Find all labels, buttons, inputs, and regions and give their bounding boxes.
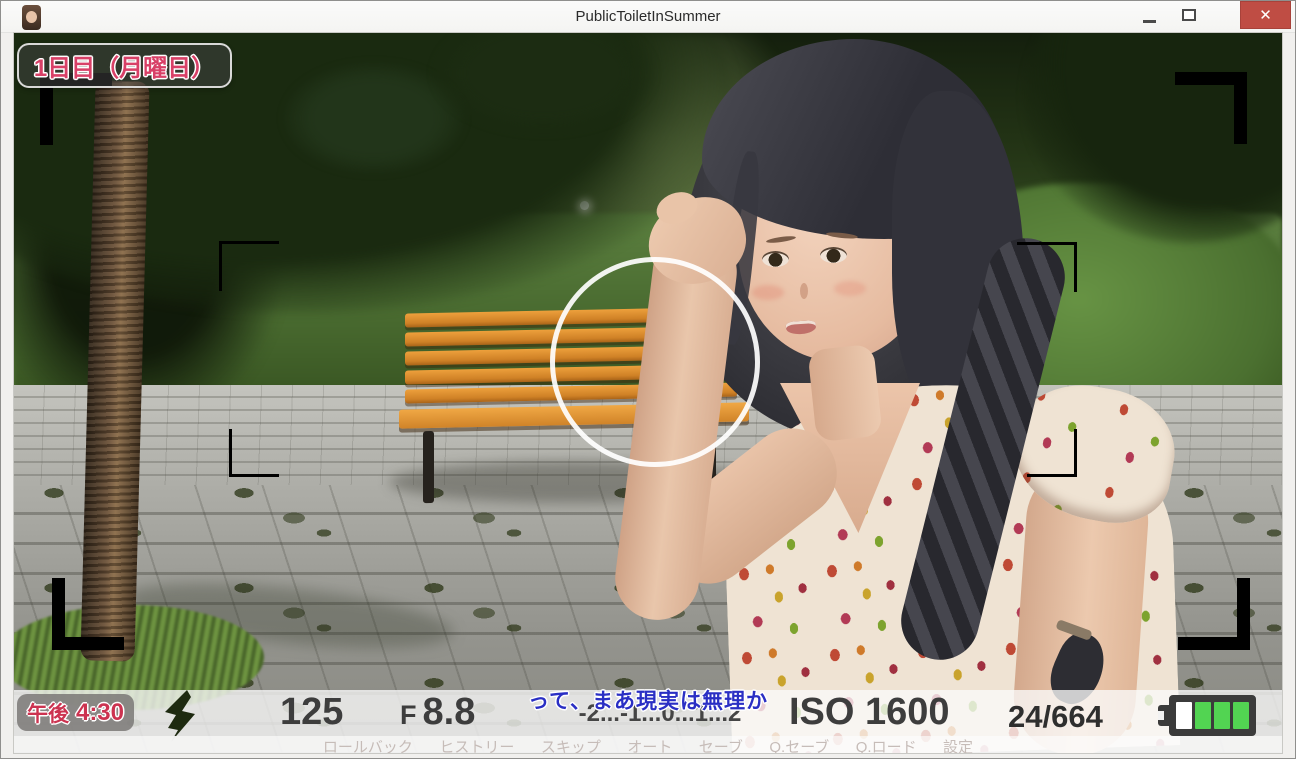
corner-bracket-icon [52,578,124,650]
corner-bracket-icon [1178,578,1250,650]
inner-bracket-icon [1017,242,1077,292]
inner-bracket-icon [229,429,279,477]
quick-menu: ロールバック ヒストリー スキップ オート セーブ Q.セーブ Q.ロード 設定 [14,736,1282,753]
girl-blush [834,281,866,296]
title-bar[interactable]: PublicToiletInSummer ✕ [1,1,1295,33]
menu-item-rollback[interactable]: ロールバック [323,736,413,753]
minimize-icon [1143,20,1156,23]
day-label: 1日目（月曜日） [17,43,232,88]
girl-blush [752,285,784,300]
close-button[interactable]: ✕ [1240,1,1291,29]
menu-item-history[interactable]: ヒストリー [439,736,514,753]
girl-eye [762,251,789,267]
menu-item-skip[interactable]: スキップ [541,736,601,753]
menu-item-settings[interactable]: 設定 [943,736,973,753]
game-viewport[interactable]: 1日目（月曜日） 午後 4:30 125 F 8.8 -2...-1...0..… [14,33,1282,753]
maximize-button[interactable] [1171,1,1207,29]
girl-eye [820,247,847,263]
inner-bracket-icon [1027,429,1077,477]
minimize-button[interactable] [1131,1,1167,29]
corner-bracket-icon [1175,72,1247,144]
menu-item-auto[interactable]: オート [627,736,672,753]
inner-bracket-icon [219,241,279,291]
dialogue-subtitle: って、まあ現実は無理か [14,685,1282,715]
app-window: PublicToiletInSummer ✕ [0,0,1296,759]
day-label-text: 1日目（月曜日） [34,48,215,83]
close-icon: ✕ [1259,6,1272,24]
girl-neck [807,344,882,442]
girl-nose [800,283,808,299]
maximize-icon [1182,9,1196,21]
menu-item-qsave[interactable]: Q.セーブ [769,736,829,753]
bench-leg [423,431,434,503]
window-title: PublicToiletInSummer [1,1,1295,33]
menu-item-qload[interactable]: Q.ロード [856,736,917,753]
focus-circle-icon [550,257,760,467]
menu-item-save[interactable]: セーブ [699,736,743,753]
